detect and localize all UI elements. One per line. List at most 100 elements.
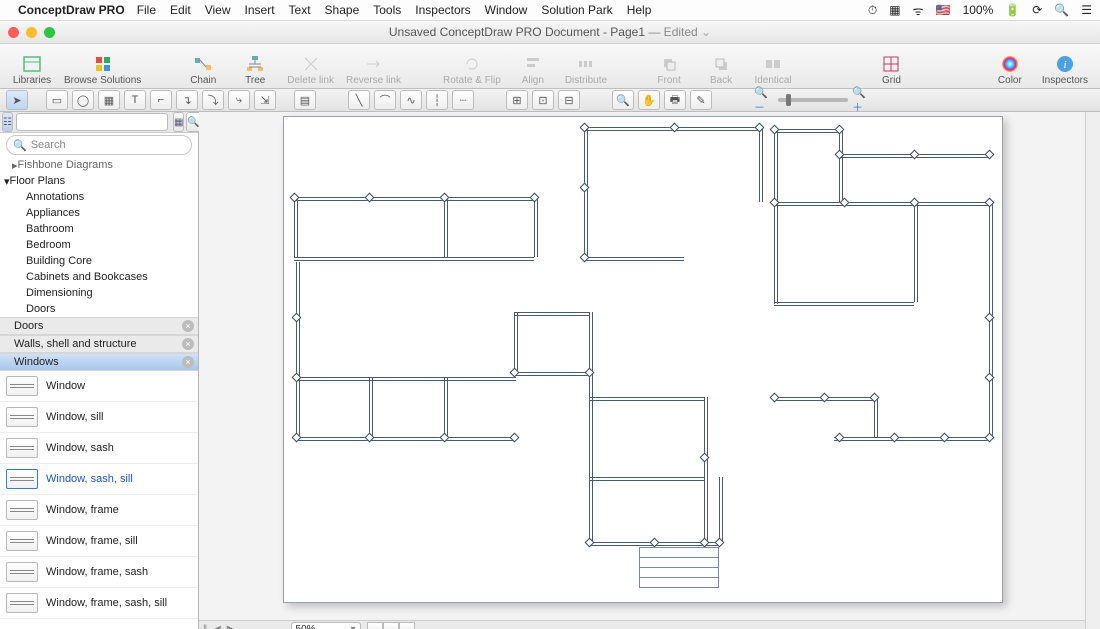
menu-window[interactable]: Window (485, 3, 528, 17)
line-tool[interactable]: ╲ (348, 90, 370, 110)
zoom-out-button[interactable]: 🔍－ (754, 91, 774, 109)
color-button[interactable]: Color (984, 54, 1036, 86)
libraries-button[interactable]: Libraries (6, 54, 58, 86)
shape-window-frame-sash-sill[interactable]: Window, frame, sash, sill (0, 588, 198, 619)
spotlight-icon[interactable]: 🔍 (1054, 3, 1069, 17)
tools-toolbar: ➤ ▭ ◯ ▦ T ⌐ ↴ ⤵ ⤷ ⇲ ▤ ╲ ⌒ ∿ ┆ ┈ ⊞ ⊡ ⊟ 🔍 … (0, 89, 1100, 112)
page-setup-tool[interactable]: ▤ (294, 90, 316, 110)
menu-view[interactable]: View (205, 3, 231, 17)
edit-tool[interactable]: ✎ (690, 90, 712, 110)
identical-button: Identical (747, 54, 799, 86)
connector2-tool[interactable]: ↴ (176, 90, 198, 110)
rect-tool[interactable]: ▭ (46, 90, 68, 110)
snap1-tool[interactable]: ⊞ (506, 90, 528, 110)
page-tabs[interactable] (367, 622, 415, 629)
menu-icon[interactable]: ☰ (1081, 3, 1092, 17)
window-icon (6, 376, 38, 396)
menu-edit[interactable]: Edit (170, 3, 191, 17)
browse-solutions-button[interactable]: Browse Solutions (58, 54, 147, 86)
connector1-tool[interactable]: ⌐ (150, 90, 172, 110)
library-tree: ▸ Fishbone Diagrams ▾ Floor Plans Annota… (0, 157, 198, 371)
hguide-tool[interactable]: ┈ (452, 90, 474, 110)
minimize-window-button[interactable] (26, 27, 37, 38)
menu-help[interactable]: Help (627, 3, 652, 17)
close-window-button[interactable] (8, 27, 19, 38)
zoom-in-button[interactable]: 🔍＋ (852, 91, 872, 109)
grid-tool[interactable]: ▦ (98, 90, 120, 110)
wifi-icon[interactable]: ᯤ (913, 2, 924, 19)
flag-icon[interactable]: 🇺🇸 (936, 3, 951, 17)
page-next-icon[interactable]: ▶ (227, 624, 235, 629)
shape-window-frame-sill[interactable]: Window, frame, sill (0, 526, 198, 557)
shape-window-sill[interactable]: Window, sill (0, 402, 198, 433)
menu-text[interactable]: Text (289, 3, 311, 17)
open-lib-windows[interactable]: Windows× (0, 353, 198, 371)
shape-window[interactable]: Window (0, 371, 198, 402)
library-path-input[interactable] (16, 113, 168, 131)
zoom-slider[interactable] (778, 98, 848, 102)
alarm-icon[interactable]: ⏱ (868, 3, 877, 18)
connector3-tool[interactable]: ⤵ (202, 90, 224, 110)
tree-item-annotations[interactable]: Annotations (0, 189, 198, 205)
library-grid-tab[interactable]: ▦ (173, 112, 184, 132)
shape-window-sash[interactable]: Window, sash (0, 433, 198, 464)
menu-inspectors[interactable]: Inspectors (415, 3, 470, 17)
library-search-input[interactable]: 🔍 Search (6, 135, 192, 155)
tree-item-fishbone[interactable]: ▸ Fishbone Diagrams (0, 157, 198, 173)
shape-window-frame[interactable]: Window, frame (0, 495, 198, 526)
drawing-canvas[interactable] (199, 112, 1085, 620)
vguide-tool[interactable]: ┆ (426, 90, 448, 110)
chain-button[interactable]: Chain (177, 54, 229, 86)
pointer-tool[interactable]: ➤ (6, 90, 28, 110)
inspectors-button[interactable]: iInspectors (1036, 54, 1094, 86)
arc-tool[interactable]: ⌒ (374, 90, 396, 110)
menu-tools[interactable]: Tools (373, 3, 401, 17)
library-panel: ☷ ▦ 🔍 🔍 Search ▸ Fishbone Diagrams ▾ Flo… (0, 112, 199, 629)
menu-solutionpark[interactable]: Solution Park (541, 3, 612, 17)
app-name[interactable]: ConceptDraw PRO (18, 3, 125, 17)
menu-shape[interactable]: Shape (325, 3, 360, 17)
page-prev-icon[interactable]: ◀ (213, 624, 221, 629)
tree-item-doors[interactable]: Doors (0, 301, 198, 317)
snap2-tool[interactable]: ⊡ (532, 90, 554, 110)
snap3-tool[interactable]: ⊟ (558, 90, 580, 110)
tree-item-bathroom[interactable]: Bathroom (0, 221, 198, 237)
print-tool[interactable]: 🖶 (664, 90, 686, 110)
menu-file[interactable]: File (137, 3, 156, 17)
canvas-area: ‖ ◀ ▶ 50%▾ (199, 112, 1085, 629)
menu-insert[interactable]: Insert (245, 3, 275, 17)
tree-item-dimensioning[interactable]: Dimensioning (0, 285, 198, 301)
connector4-tool[interactable]: ⤷ (228, 90, 250, 110)
title-chevron-icon[interactable]: ⌄ (701, 25, 711, 39)
tree-item-buildingcore[interactable]: Building Core (0, 253, 198, 269)
open-lib-walls[interactable]: Walls, shell and structure× (0, 335, 198, 353)
zoom-input[interactable]: 50%▾ (291, 622, 361, 629)
view-zoom-tool[interactable]: 🔍 (612, 90, 634, 110)
close-icon[interactable]: × (182, 356, 194, 368)
close-icon[interactable]: × (182, 338, 194, 350)
open-lib-doors[interactable]: Doors× (0, 317, 198, 335)
library-tree-tab[interactable]: ☷ (2, 112, 13, 132)
close-icon[interactable]: × (182, 320, 194, 332)
text-tool[interactable]: T (124, 90, 146, 110)
tree-item-floorplans[interactable]: ▾ Floor Plans (0, 173, 198, 189)
ellipse-tool[interactable]: ◯ (72, 90, 94, 110)
layouts-icon[interactable]: ▦ (889, 3, 900, 17)
right-scrollbar[interactable] (1085, 112, 1100, 629)
sync-icon[interactable]: ⟳ (1032, 3, 1042, 17)
shape-window-sash-sill[interactable]: Window, sash, sill (0, 464, 198, 495)
tree-item-cabinets[interactable]: Cabinets and Bookcases (0, 269, 198, 285)
pan-tool[interactable]: ✋ (638, 90, 660, 110)
tree-item-bedroom[interactable]: Bedroom (0, 237, 198, 253)
curve-tool[interactable]: ∿ (400, 90, 422, 110)
reverse-link-button: Reverse link (340, 54, 407, 86)
zoom-window-button[interactable] (44, 27, 55, 38)
battery-icon[interactable]: 🔋 (1005, 3, 1020, 17)
grid-button[interactable]: Grid (865, 54, 917, 86)
connector5-tool[interactable]: ⇲ (254, 90, 276, 110)
scroll-left-icon[interactable]: ‖ (203, 624, 207, 629)
page[interactable] (283, 116, 1003, 603)
tree-item-appliances[interactable]: Appliances (0, 205, 198, 221)
tree-button[interactable]: Tree (229, 54, 281, 86)
shape-window-frame-sash[interactable]: Window, frame, sash (0, 557, 198, 588)
